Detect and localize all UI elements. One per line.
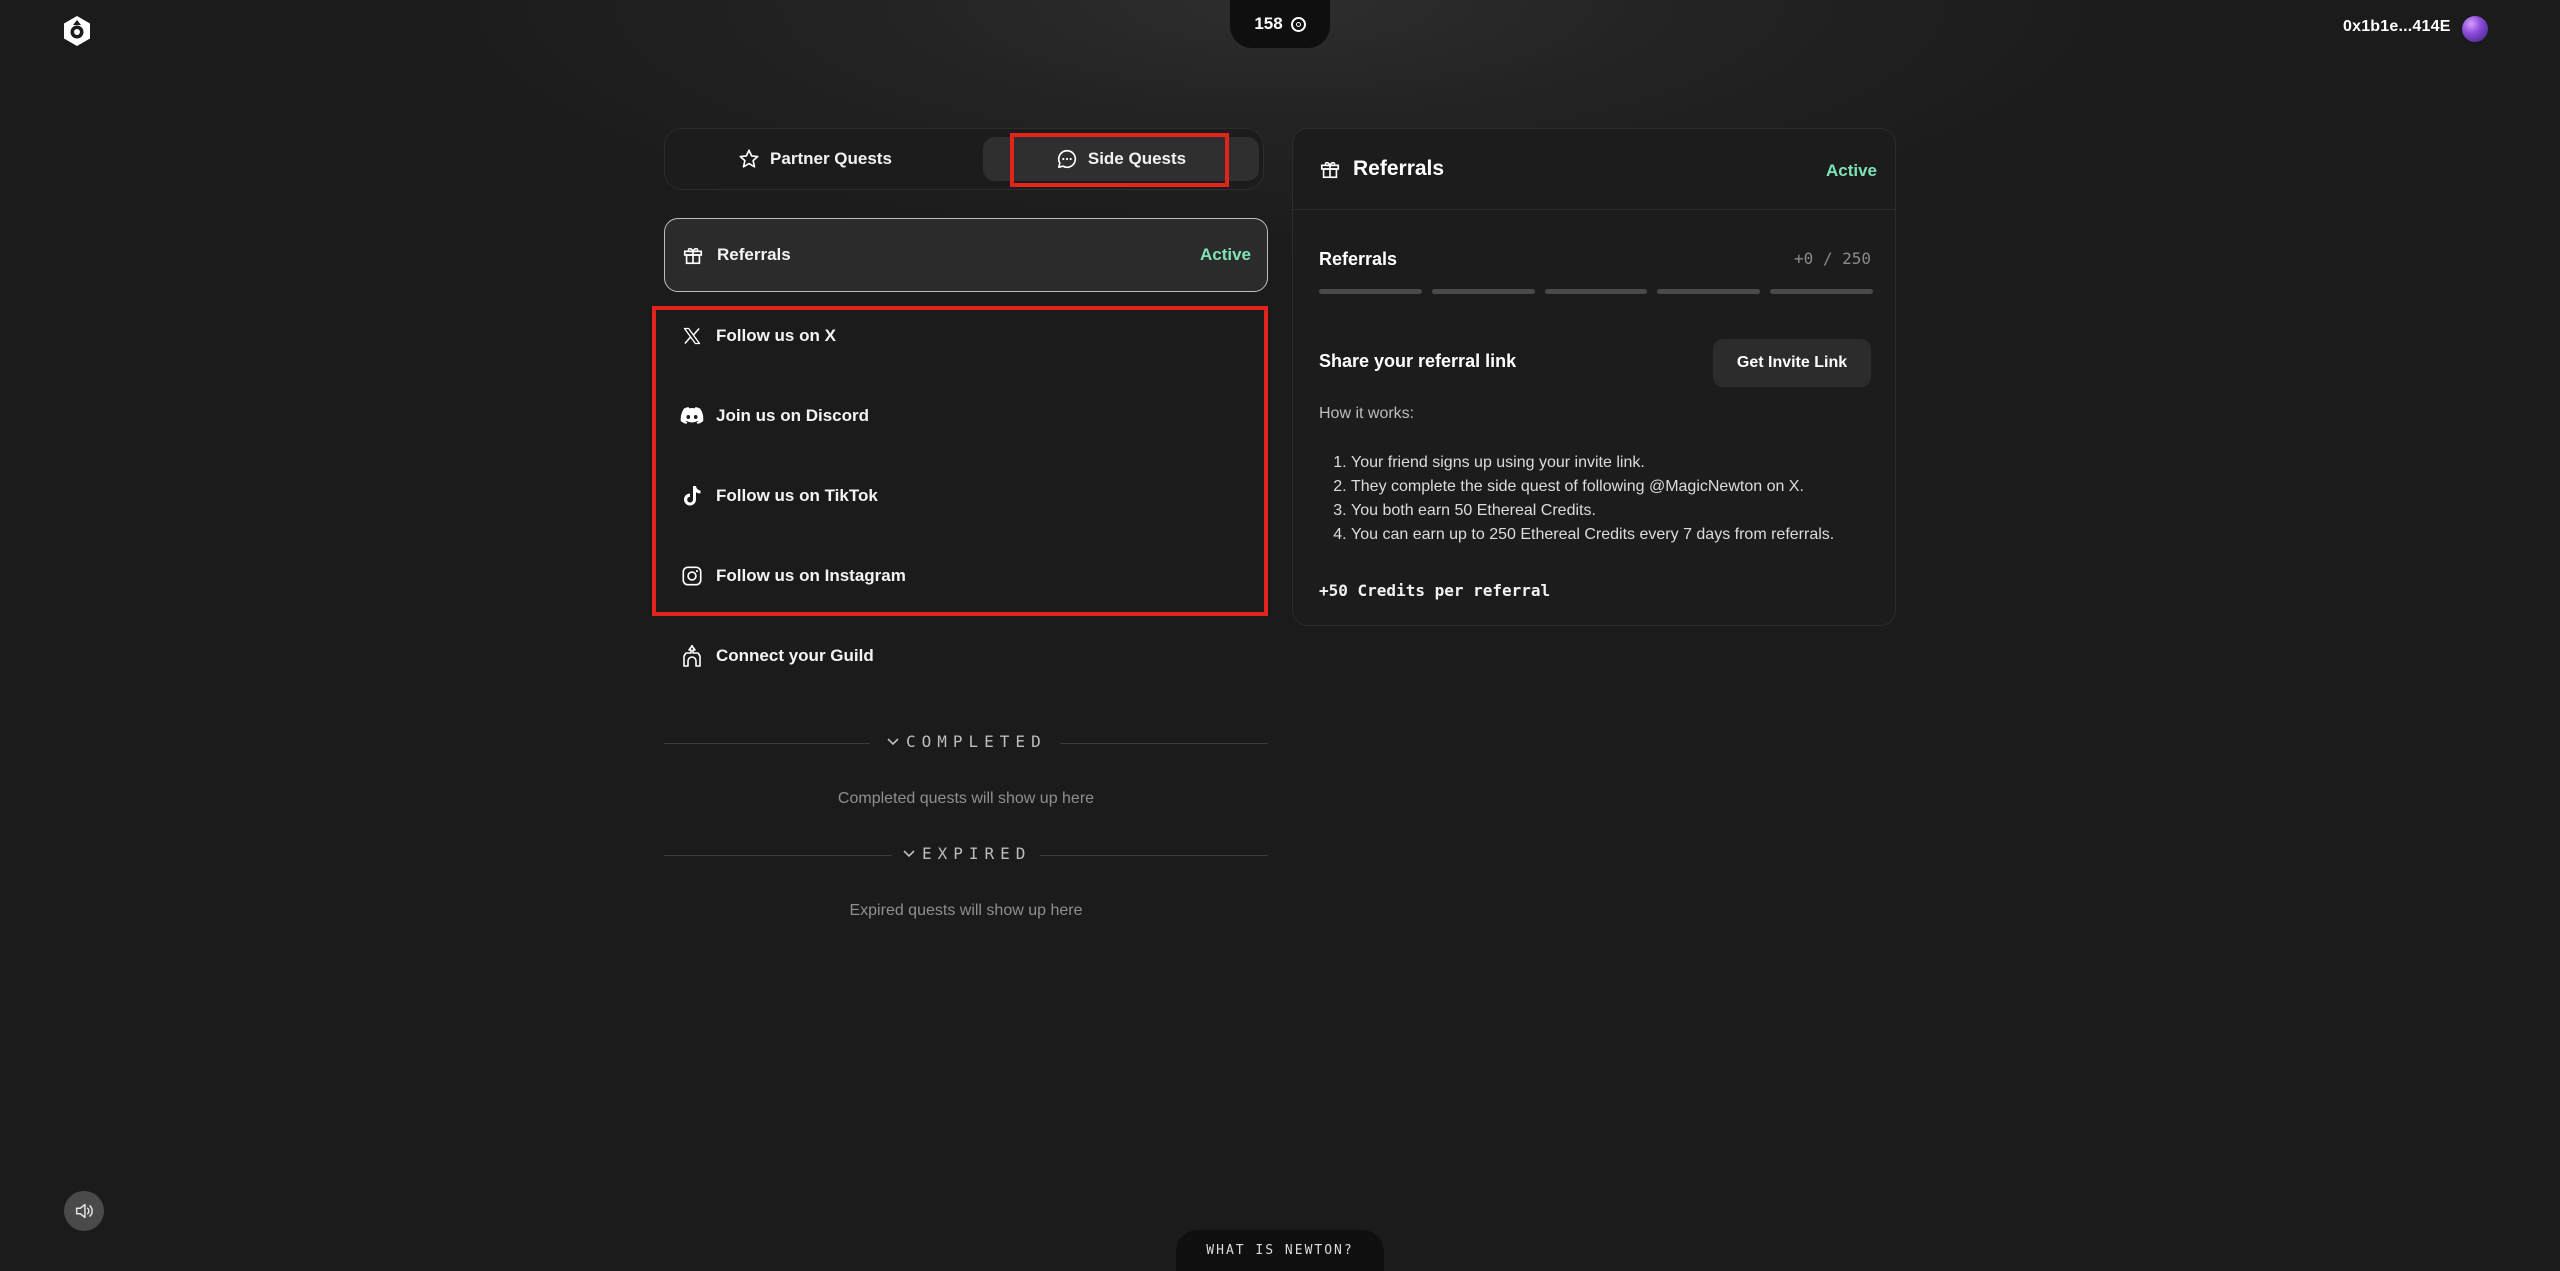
gift-icon [1320,161,1340,179]
divider [664,743,870,744]
quest-tabs: Partner Quests Side Quests [664,128,1264,190]
guild-castle-icon [680,644,704,668]
gift-icon [681,243,705,267]
progress-segment [1431,289,1535,294]
status-badge: Active [1825,161,1877,180]
quest-item-guild[interactable]: Connect your Guild [664,626,1268,686]
x-logo-icon [680,324,704,348]
progress-label: Referrals [1319,249,1398,269]
quest-item-follow-x[interactable]: Follow us on X [664,306,1268,366]
quest-label: Follow us on Instagram [716,566,906,585]
tab-label: Partner Quests [770,149,892,168]
quest-item-referrals[interactable]: Referrals Active [664,218,1268,292]
wallet-address[interactable]: 0x1b1e...414E [2343,18,2451,36]
chevron-down-icon [887,737,899,745]
divider [1060,743,1268,744]
completed-toggle[interactable]: COMPLETED [886,732,1047,751]
star-icon [739,149,759,168]
quest-item-discord[interactable]: Join us on Discord [664,386,1268,446]
newton-logo-icon[interactable] [60,14,94,48]
quest-item-tiktok[interactable]: Follow us on TikTok [664,466,1268,526]
section-title-expired: EXPIRED [922,844,1032,863]
list-item: You can earn up to 250 Ethereal Credits … [1351,523,1834,547]
tab-partner-quests[interactable]: Partner Quests [673,137,957,181]
tiktok-icon [680,484,704,508]
quest-label: Connect your Guild [716,646,874,665]
reward-text: +50 Credits per referral [1319,581,1551,600]
status-badge: Active [1199,245,1251,264]
share-title: Share your referral link [1319,351,1517,371]
completed-empty-text: Completed quests will show up here [837,790,1095,807]
quest-label: Join us on Discord [716,406,870,425]
expired-empty-text: Expired quests will show up here [849,902,1083,919]
progress-segment [1657,289,1761,294]
progress-segment [1770,289,1873,294]
what-is-newton-link[interactable]: WHAT IS NEWTON? [1176,1230,1384,1271]
progress-segment [1544,289,1648,294]
quest-label: Follow us on X [716,326,836,345]
divider [1293,209,1895,210]
panel-title: Referrals [1353,157,1445,180]
discord-icon [680,404,704,428]
avatar[interactable] [2462,16,2488,42]
progress-count: +0 / 250 [1793,249,1871,268]
quest-detail-panel: Referrals Active Referrals +0 / 250 Shar… [1292,128,1896,626]
tab-label: Side Quests [1087,149,1187,168]
expired-toggle[interactable]: EXPIRED [902,844,1031,863]
credit-coin-icon [1290,16,1306,32]
progress-segment [1319,289,1422,294]
credits-balance: 158 [1230,0,1330,48]
chevron-down-icon [903,849,915,857]
divider [1040,855,1268,856]
quest-item-instagram[interactable]: Follow us on Instagram [664,546,1268,606]
how-it-works-label: How it works: [1319,405,1415,422]
progress-bar [1319,289,1873,294]
list-item: They complete the side quest of followin… [1351,475,1834,499]
panel-header: Referrals [1319,157,1444,181]
quest-label: Referrals [717,245,791,264]
credits-value: 158 [1254,14,1283,33]
chat-bubble-icon [1057,149,1076,169]
section-title-completed: COMPLETED [906,732,1047,751]
divider [664,855,892,856]
instagram-icon [680,564,704,588]
list-item: You both earn 50 Ethereal Credits. [1351,499,1834,523]
speaker-icon [75,1203,93,1219]
get-invite-link-button[interactable]: Get Invite Link [1713,339,1871,387]
tab-side-quests[interactable]: Side Quests [983,137,1259,181]
steps-list: Your friend signs up using your invite l… [1319,451,1834,547]
quest-label: Follow us on TikTok [716,486,878,505]
list-item: Your friend signs up using your invite l… [1351,451,1834,475]
sound-toggle-button[interactable] [64,1191,104,1231]
